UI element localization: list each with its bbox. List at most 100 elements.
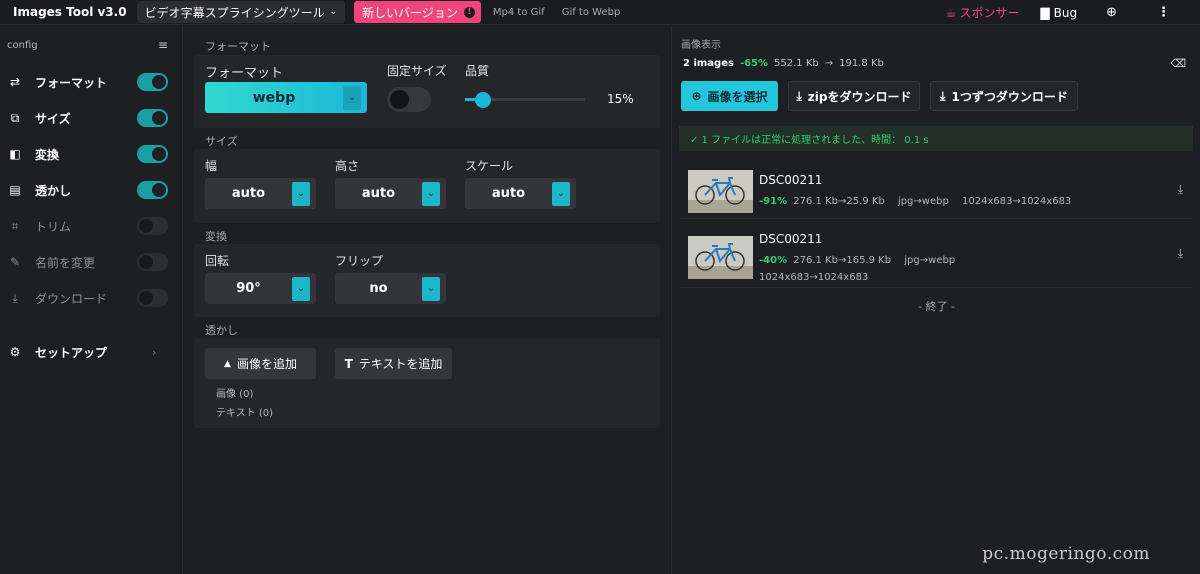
settings-panel: フォーマット フォーマット webp ⌄ 固定サイズ 品質 15% サイズ 幅 …: [184, 26, 670, 574]
sidebar-item-watermark[interactable]: ▤ 透かし: [0, 172, 182, 208]
watermark-card: ▲ 画像を追加 T テキストを追加 画像 (0) テキスト (0): [194, 338, 660, 428]
total-to: 191.8 Kb: [839, 58, 884, 69]
chevron-right-icon: ›: [152, 345, 157, 359]
chevron-down-icon: ⌄: [422, 276, 440, 301]
config-label: config: [7, 39, 38, 51]
text-count: テキスト (0): [216, 408, 274, 419]
nav-link-gif-to-webp[interactable]: Gif to Webp: [562, 7, 621, 18]
summary-stats: 2 images -65% 552.1 Kb → 191.8 Kb: [683, 58, 884, 69]
menu-icon[interactable]: ≡: [158, 38, 168, 52]
rotate-value: 90°: [236, 281, 261, 296]
rename-toggle[interactable]: [137, 253, 168, 271]
sidebar-item-label: 名前を変更: [35, 255, 96, 270]
chevron-down-icon: ⌄: [343, 85, 361, 110]
download-each-label: 1つずつダウンロード: [951, 89, 1068, 104]
fixed-size-toggle[interactable]: [387, 87, 431, 112]
sidebar-item-label: 変換: [35, 147, 60, 162]
watermark-icon: ▤: [9, 183, 21, 197]
swap-icon: ⇄: [9, 75, 21, 89]
download-zip-button[interactable]: ⤓ zipをダウンロード: [788, 81, 920, 111]
image-count-text: 2 images: [683, 58, 734, 69]
nav-link-mp4-to-gif[interactable]: Mp4 to Gif: [493, 7, 545, 18]
arrow-right-icon: →: [824, 58, 834, 69]
file-row[interactable]: DSC00211 -40% 276.1 Kb→165.9 Kb jpg→webp…: [679, 221, 1193, 288]
sidebar-item-transform[interactable]: ◧ 変換: [0, 136, 182, 172]
download-icon[interactable]: ⤓: [1178, 182, 1183, 197]
quality-value: 15%: [607, 92, 634, 106]
watermark-toggle[interactable]: [137, 181, 168, 199]
image-count: 画像 (0): [216, 389, 254, 400]
sidebar-item-rename[interactable]: ✎ 名前を変更: [0, 244, 182, 280]
total-from: 552.1 Kb: [774, 58, 819, 69]
download-each-button[interactable]: ⤓ 1つずつダウンロード: [930, 81, 1078, 111]
new-version-label: 新しいバージョン: [362, 5, 458, 20]
format-toggle[interactable]: [137, 73, 168, 91]
format-card: フォーマット webp ⌄ 固定サイズ 品質 15%: [194, 55, 660, 128]
file-name: DSC00211: [759, 173, 823, 187]
sidebar-item-format[interactable]: ⇄ フォーマット: [0, 64, 182, 100]
sidebar-item-trim[interactable]: ⌗ トリム: [0, 208, 182, 244]
file-reduction: -40%: [759, 255, 788, 266]
add-image-button[interactable]: ▲ 画像を追加: [205, 348, 316, 379]
format-value: webp: [252, 89, 296, 106]
transform-card: 回転 90° ⌄ フリップ no ⌄: [194, 244, 660, 317]
preview-panel: 画像表示 2 images -65% 552.1 Kb → 191.8 Kb ⌫…: [671, 26, 1200, 574]
alert-icon: !: [463, 6, 475, 18]
size-toggle[interactable]: [137, 109, 168, 127]
top-bar: Images Tool v3.0 ビデオ字幕スプライシングツール ⌄ 新しいバー…: [0, 0, 1200, 25]
sidebar-item-label: トリム: [35, 219, 72, 234]
rotate-select[interactable]: 90° ⌄: [205, 273, 316, 304]
file-row[interactable]: DSC00211 -91% 276.1 Kb→25.9 Kb jpg→webp …: [679, 161, 1193, 219]
file-dimensions: 1024x683→1024x683: [962, 196, 1072, 207]
tool-select[interactable]: ビデオ字幕スプライシングツール ⌄: [136, 1, 346, 23]
width-select[interactable]: auto ⌄: [205, 178, 316, 209]
more-vert-icon[interactable]: ⋮: [1157, 5, 1170, 20]
file-meta: -40% 276.1 Kb→165.9 Kb jpg→webp: [759, 255, 955, 266]
cup-icon: ☕: [945, 5, 957, 20]
download-toggle[interactable]: [137, 289, 168, 307]
chevron-down-icon: ⌄: [329, 7, 338, 17]
download-icon: ⤓: [940, 88, 946, 103]
sponsor-link[interactable]: ☕ スポンサー: [946, 4, 1020, 21]
add-text-label: テキストを追加: [358, 357, 443, 371]
sidebar-item-label: フォーマット: [35, 75, 108, 90]
rename-icon: ✎: [9, 255, 21, 269]
file-conversion: jpg→webp: [904, 255, 956, 266]
add-text-button[interactable]: T テキストを追加: [335, 348, 452, 379]
fixed-size-label: 固定サイズ: [387, 64, 447, 78]
quality-slider-thumb[interactable]: [475, 92, 491, 108]
clear-broom-icon[interactable]: ⌫: [1170, 57, 1186, 70]
end-marker: - 終了 -: [918, 300, 955, 313]
flip-select[interactable]: no ⌄: [335, 273, 446, 304]
file-reduction: -91%: [759, 196, 788, 207]
sidebar-item-setup[interactable]: ⚙ セットアップ ›: [0, 334, 182, 370]
config-header: config ≡: [0, 26, 182, 64]
select-image-button[interactable]: ⊕ 画像を選択: [681, 81, 778, 111]
image-thumbnail: [688, 236, 753, 279]
file-dimensions: 1024x683→1024x683: [759, 272, 869, 283]
download-icon[interactable]: ⤓: [1178, 246, 1183, 261]
format-select[interactable]: webp ⌄: [205, 82, 367, 113]
plus-circle-icon: ⊕: [691, 89, 702, 103]
transform-toggle[interactable]: [137, 145, 168, 163]
add-image-label: 画像を追加: [236, 357, 297, 371]
download-icon: ⤓: [12, 290, 18, 305]
image-thumbnail: [688, 170, 753, 213]
globe-icon[interactable]: ⊕: [1106, 5, 1117, 20]
new-version-button[interactable]: 新しいバージョン !: [354, 1, 481, 23]
sidebar-item-size[interactable]: ⧉ サイズ: [0, 100, 182, 136]
download-icon: ⤓: [796, 88, 802, 103]
width-label: 幅: [205, 159, 218, 173]
height-select[interactable]: auto ⌄: [335, 178, 446, 209]
success-message: ✓ 1 ファイルは正常に処理されました、時間： 0.1 s: [679, 126, 1193, 151]
sidebar-item-label: 透かし: [35, 183, 72, 198]
sidebar-item-label: ダウンロード: [35, 291, 108, 306]
bug-report-link[interactable]: ▇ Bug: [1040, 6, 1077, 20]
scale-select[interactable]: auto ⌄: [465, 178, 576, 209]
section-title-watermark: 透かし: [205, 324, 238, 337]
size-card: 幅 auto ⌄ 高さ auto ⌄ スケール auto ⌄: [194, 149, 660, 223]
trim-toggle[interactable]: [137, 217, 168, 235]
sidebar-item-download[interactable]: ⤓ ダウンロード: [0, 280, 182, 316]
chevron-down-icon: ⌄: [292, 276, 310, 301]
file-conversion: jpg→webp: [897, 196, 949, 207]
